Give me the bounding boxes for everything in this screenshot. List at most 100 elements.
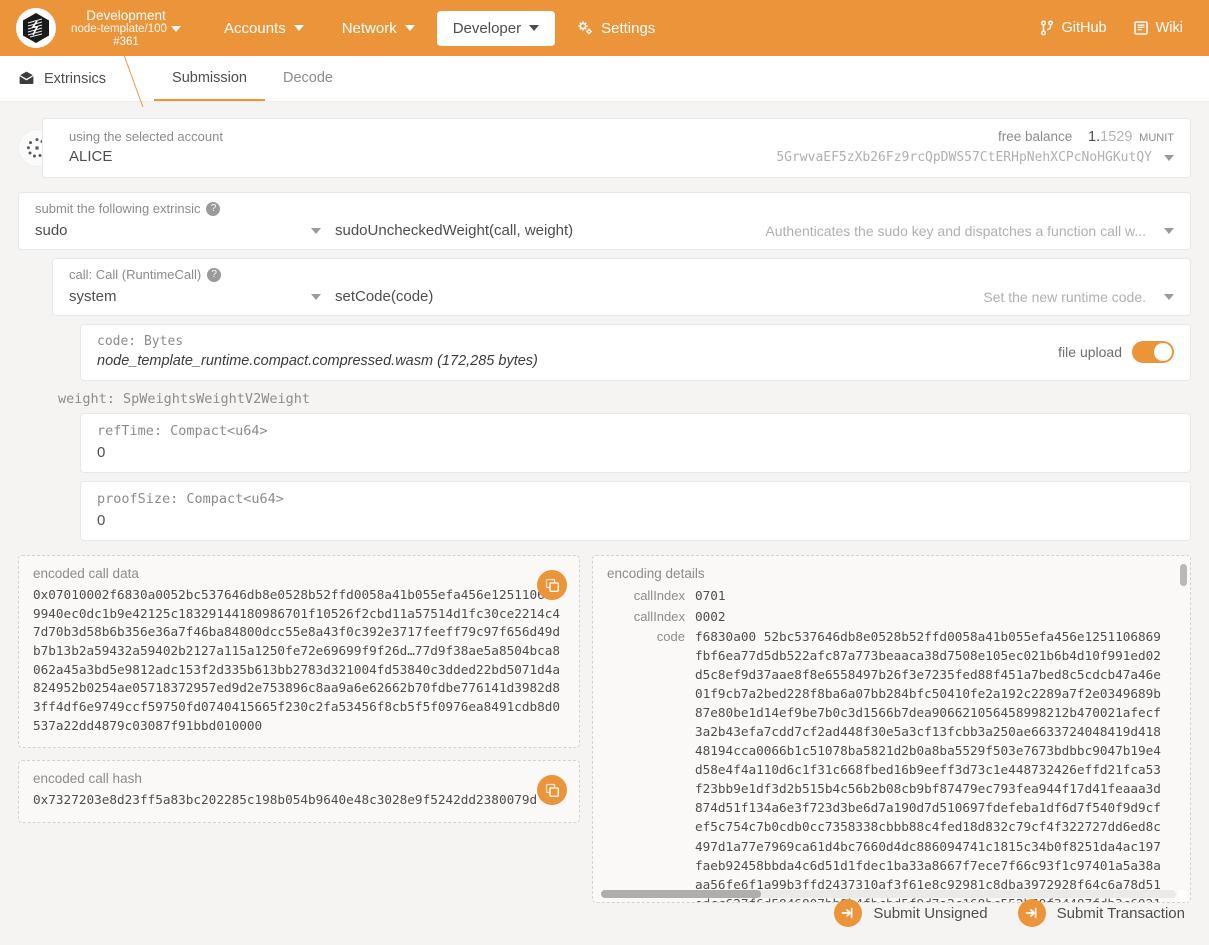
extrinsics-icon xyxy=(18,70,35,87)
encoded-call-data-box: encoded call data 0x07010002f6830a0052bc… xyxy=(18,555,580,748)
encoded-call-data-label: encoded call data xyxy=(33,566,565,581)
encoded-call-hash-value: 0x7327203e8d23ff5a83bc202285c198b054b964… xyxy=(33,791,565,810)
extrinsic-pallet-value: sudo xyxy=(35,222,68,239)
call-row: system setCode(code) Set the new runtime… xyxy=(69,288,1174,305)
extrinsic-label: submit the following extrinsic xyxy=(35,201,200,216)
nav-wiki[interactable]: Wiki xyxy=(1133,20,1183,36)
extrinsic-row: sudo sudoUncheckedWeight(call, weight) A… xyxy=(35,222,1174,239)
extrinsic-method-description: Authenticates the sudo key and dispatche… xyxy=(591,223,1146,239)
chevron-down-icon xyxy=(1164,294,1174,300)
encoded-call-hash-box: encoded call hash 0x7327203e8d23ff5a83bc… xyxy=(18,760,580,823)
submit-unsigned-button[interactable]: Submit Unsigned xyxy=(834,899,987,927)
account-address-row[interactable]: 5GrwvaEF5zXb26Fz9rcQpDWS57CtERHpNehXCPcN… xyxy=(776,150,1174,165)
encoding-details-box: encoding details callIndex 0701 callInde… xyxy=(592,555,1191,903)
gear-icon xyxy=(577,20,593,36)
submit-icon xyxy=(834,899,862,927)
file-upload-toggle-group[interactable]: file upload xyxy=(1058,341,1174,363)
detail-key: callIndex xyxy=(607,607,685,627)
chevron-down-icon xyxy=(1164,155,1174,161)
call-pallet-value: system xyxy=(69,288,117,305)
chevron-down-icon xyxy=(171,26,181,32)
account-label: using the selected account xyxy=(69,129,223,144)
help-icon[interactable]: ? xyxy=(206,202,220,216)
nav-accounts[interactable]: Accounts xyxy=(208,11,320,46)
account-card[interactable]: using the selected account ALICE free ba… xyxy=(42,118,1191,178)
balance-line: free balance 1.1529 MUNIT xyxy=(776,129,1174,145)
extrinsic-method-dropdown[interactable]: sudoUncheckedWeight(call, weight) Authen… xyxy=(335,222,1174,239)
balance-value: 1.1529 xyxy=(1088,129,1132,145)
detail-key: callIndex xyxy=(607,586,685,606)
chevron-down-icon xyxy=(1164,228,1174,234)
weight-reftime-field: refTime: Compact<u64> 0 xyxy=(80,413,1191,473)
call-label: call: Call (RuntimeCall) xyxy=(69,267,201,282)
account-address: 5GrwvaEF5zXb26Fz9rcQpDWS57CtERHpNehXCPcN… xyxy=(776,150,1152,165)
nav-developer-label: Developer xyxy=(453,20,521,37)
account-row: using the selected account ALICE free ba… xyxy=(42,118,1191,178)
code-file-name[interactable]: node_template_runtime.compact.compressed… xyxy=(97,353,538,369)
nav-github[interactable]: GitHub xyxy=(1040,20,1106,36)
submit-transaction-button[interactable]: Submit Transaction xyxy=(1018,899,1185,927)
chevron-down-icon xyxy=(311,294,321,300)
encoding-details-column: encoding details callIndex 0701 callInde… xyxy=(592,555,1191,903)
nav-settings-label: Settings xyxy=(601,20,655,37)
breadcrumb-label: Extrinsics xyxy=(44,71,106,87)
extrinsic-label-row: submit the following extrinsic ? xyxy=(35,201,1174,216)
nav-accounts-label: Accounts xyxy=(224,20,286,37)
section-tab-bar: Extrinsics Submission Decode xyxy=(0,56,1209,102)
copy-icon[interactable] xyxy=(537,570,567,600)
vertical-scrollbar[interactable] xyxy=(1180,564,1187,894)
extrinsic-method-value: sudoUncheckedWeight(call, weight) xyxy=(335,222,573,239)
help-icon[interactable]: ? xyxy=(207,268,221,282)
detail-value: 0002 xyxy=(695,607,726,627)
detail-row: callIndex 0701 xyxy=(607,586,1190,606)
account-info: using the selected account ALICE xyxy=(69,129,223,165)
nav-network-label: Network xyxy=(342,20,397,37)
call-selector: call: Call (RuntimeCall) ? system setCod… xyxy=(52,258,1191,316)
code-field-label: code: Bytes xyxy=(97,334,538,349)
submit-icon xyxy=(1018,899,1046,927)
tab-decode[interactable]: Decode xyxy=(265,56,351,101)
nav-settings[interactable]: Settings xyxy=(561,11,671,46)
code-field-info: code: Bytes node_template_runtime.compac… xyxy=(97,334,538,369)
file-upload-label: file upload xyxy=(1058,344,1122,360)
chevron-down-icon xyxy=(529,25,539,31)
nav-network[interactable]: Network xyxy=(326,11,431,46)
extrinsic-pallet-dropdown[interactable]: sudo xyxy=(35,222,335,239)
call-method-value: setCode(code) xyxy=(335,288,433,305)
chain-selector[interactable]: Development node-template/100 #361 xyxy=(66,8,186,49)
call-method-dropdown[interactable]: setCode(code) Set the new runtime code. xyxy=(335,288,1174,305)
weight-reftime-label: refTime: Compact<u64> xyxy=(97,423,1174,439)
scrollbar-thumb[interactable] xyxy=(1180,564,1187,586)
balance-label: free balance xyxy=(998,129,1072,144)
breadcrumb: Extrinsics xyxy=(0,56,132,101)
topbar-right-links: GitHub Wiki xyxy=(1040,20,1183,36)
account-name: ALICE xyxy=(69,148,223,165)
weight-proofsize-label: proofSize: Compact<u64> xyxy=(97,491,1174,507)
app-logo[interactable] xyxy=(16,8,56,48)
detail-value: 0701 xyxy=(695,586,726,606)
tab-submission-label: Submission xyxy=(172,70,247,86)
nav-developer[interactable]: Developer xyxy=(437,11,555,46)
chain-spec: node-template/100 xyxy=(66,23,186,36)
chevron-down-icon xyxy=(294,25,304,31)
encoded-call-data-value: 0x07010002f6830a0052bc537646db8e0528b52f… xyxy=(33,586,565,735)
chevron-down-icon xyxy=(311,228,321,234)
call-label-row: call: Call (RuntimeCall) ? xyxy=(69,267,1174,282)
tab-submission[interactable]: Submission xyxy=(154,56,265,101)
tab-list: Submission Decode xyxy=(154,56,351,101)
weight-proofsize-value[interactable]: 0 xyxy=(97,512,1174,529)
call-pallet-dropdown[interactable]: system xyxy=(69,288,335,305)
main-content: using the selected account ALICE free ba… xyxy=(0,102,1209,903)
weight-reftime-value[interactable]: 0 xyxy=(97,444,1174,461)
call-method-description: Set the new runtime code. xyxy=(451,289,1146,305)
account-balance: free balance 1.1529 MUNIT 5GrwvaEF5zXb26… xyxy=(776,129,1174,165)
chain-name: Development xyxy=(66,8,186,23)
github-branch-icon xyxy=(1040,20,1054,36)
encoding-details-rows: callIndex 0701 callIndex 0002 code f6830… xyxy=(607,586,1190,903)
weight-proofsize-field: proofSize: Compact<u64> 0 xyxy=(80,481,1191,541)
extrinsic-selector: submit the following extrinsic ? sudo su… xyxy=(18,192,1191,250)
file-upload-toggle[interactable] xyxy=(1132,341,1174,363)
nav-github-label: GitHub xyxy=(1061,20,1106,36)
detail-row: callIndex 0002 xyxy=(607,607,1190,627)
chain-block-number: #361 xyxy=(66,36,186,49)
